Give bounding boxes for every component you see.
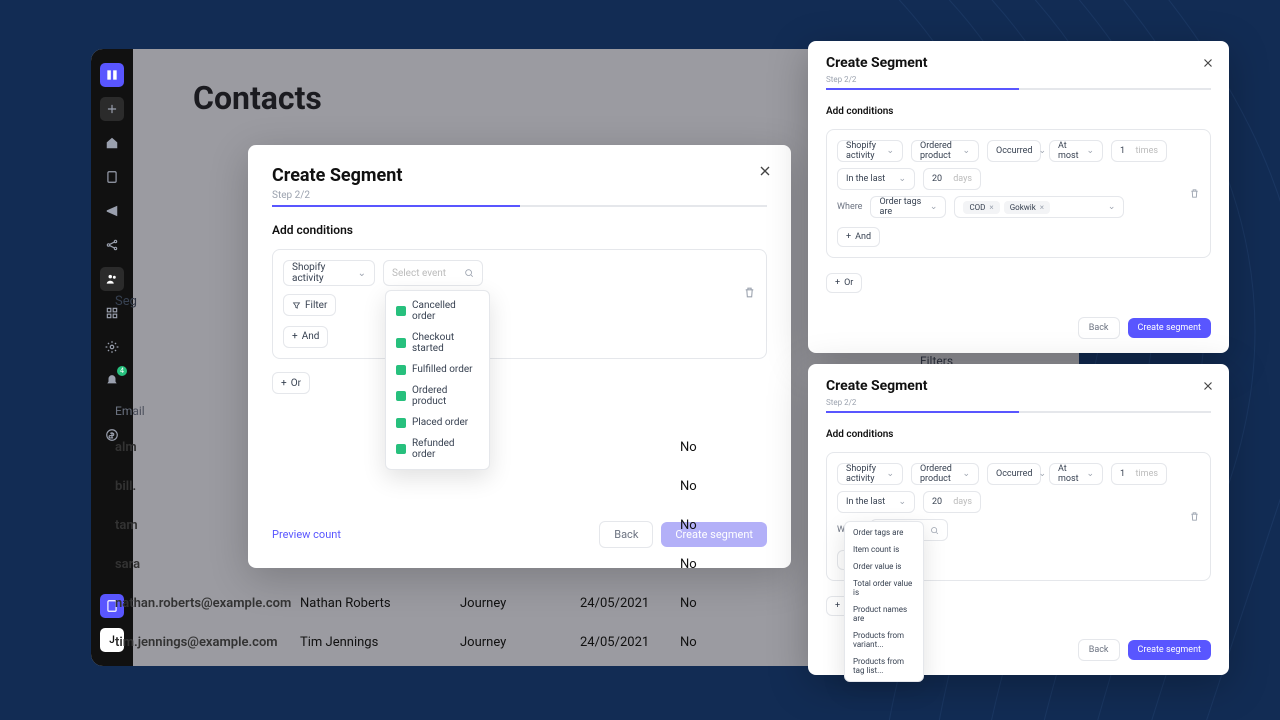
panel-b-title: Create Segment <box>826 378 1211 394</box>
event-option[interactable]: Ordered product <box>386 380 489 412</box>
panel-a-title: Create Segment <box>826 55 1211 71</box>
sidebar: 4 J <box>91 49 133 666</box>
trash-icon[interactable] <box>743 284 756 303</box>
where-option[interactable]: Products from tag list... <box>845 653 923 679</box>
event-select[interactable]: Ordered product⌄ <box>911 140 979 162</box>
event-option[interactable]: Refunded order <box>386 433 489 465</box>
create-segment-modal: Create Segment Step 2/2 Add conditions S… <box>248 145 791 568</box>
occurred-select[interactable]: Occurred⌄ <box>987 463 1041 485</box>
event-option[interactable]: Placed order <box>386 412 489 433</box>
campaign-icon[interactable] <box>100 199 124 223</box>
progress-bar <box>272 205 767 207</box>
atmost-select[interactable]: At most⌄ <box>1049 463 1103 485</box>
filter-button[interactable]: Filter <box>283 294 336 316</box>
bell-icon[interactable]: 4 <box>100 369 124 393</box>
condition-block: Shopify activity⌄ Select event Filter +A… <box>272 249 767 359</box>
or-button[interactable]: +Or <box>272 372 310 394</box>
source-select[interactable]: Shopify activity⌄ <box>837 140 903 162</box>
condition-block: Shopify activity⌄ Ordered product⌄ Occur… <box>826 129 1211 258</box>
event-option[interactable]: Fulfilled order <box>386 359 489 380</box>
create-segment-submit[interactable]: Create segment <box>1128 318 1212 338</box>
segment-panel-tags: Create Segment Step 2/2 Add conditions S… <box>808 41 1229 353</box>
step-indicator: Step 2/2 <box>826 398 1211 407</box>
logo-icon[interactable] <box>100 63 124 87</box>
where-option[interactable]: Total order value is <box>845 575 923 601</box>
event-option[interactable]: Cancelled order <box>386 295 489 327</box>
table-row[interactable]: almNo <box>115 440 875 455</box>
back-button[interactable]: Back <box>1078 317 1120 339</box>
days-input[interactable]: 20days <box>923 168 981 190</box>
close-icon[interactable] <box>1201 378 1215 397</box>
inlast-select[interactable]: In the last⌄ <box>837 491 915 513</box>
tag-gokwik: Gokwik× <box>1004 201 1050 214</box>
where-dropdown: Order tags areItem count isOrder value i… <box>844 521 924 682</box>
event-select[interactable]: Select event <box>383 260 483 286</box>
add-conditions-label: Add conditions <box>826 106 1211 117</box>
where-option[interactable]: Order value is <box>845 558 923 575</box>
or-button[interactable]: +Or <box>826 273 862 293</box>
close-icon[interactable] <box>757 163 773 183</box>
contacts-icon[interactable] <box>100 267 124 291</box>
and-button[interactable]: +And <box>837 227 880 247</box>
document-icon[interactable] <box>100 165 124 189</box>
add-conditions-label: Add conditions <box>272 223 767 237</box>
times-input[interactable]: 1times <box>1111 140 1167 162</box>
event-dropdown: Cancelled orderCheckout startedFulfilled… <box>385 290 490 470</box>
progress-bar <box>826 88 1211 90</box>
source-select[interactable]: Shopify activity⌄ <box>283 260 375 286</box>
gear-icon[interactable] <box>100 335 124 359</box>
table-row[interactable]: nathan.roberts@example.comNathan Roberts… <box>115 596 875 611</box>
occurred-select[interactable]: Occurred⌄ <box>987 140 1041 162</box>
atmost-select[interactable]: At most⌄ <box>1049 140 1103 162</box>
table-row[interactable]: tim.jennings@example.comTim JenningsJour… <box>115 635 875 650</box>
share-icon[interactable] <box>100 233 124 257</box>
where-option[interactable]: Order tags are <box>845 524 923 541</box>
back-button[interactable]: Back <box>1078 639 1120 661</box>
remove-tag-icon[interactable]: × <box>989 203 993 212</box>
trash-icon[interactable] <box>1189 184 1200 203</box>
where-select[interactable]: Order tags are⌄ <box>870 196 946 218</box>
step-indicator: Step 2/2 <box>272 190 767 201</box>
table-row[interactable]: bill.No <box>115 479 875 494</box>
add-icon[interactable] <box>100 97 124 121</box>
table-row[interactable]: tamNo <box>115 518 875 533</box>
days-input[interactable]: 20days <box>923 491 981 513</box>
remove-tag-icon[interactable]: × <box>1040 203 1044 212</box>
modal-title: Create Segment <box>272 165 767 186</box>
close-icon[interactable] <box>1201 55 1215 74</box>
where-option[interactable]: Products from variant... <box>845 627 923 653</box>
table-row[interactable]: saraNo <box>115 557 875 572</box>
event-select[interactable]: Ordered product⌄ <box>911 463 979 485</box>
event-option[interactable]: Checkout started <box>386 327 489 359</box>
inlast-select[interactable]: In the last⌄ <box>837 168 915 190</box>
where-option[interactable]: Item count is <box>845 541 923 558</box>
where-option[interactable]: Product names are <box>845 601 923 627</box>
add-conditions-label: Add conditions <box>826 429 1211 440</box>
tags-input[interactable]: COD× Gokwik× ⌄ <box>954 196 1124 218</box>
progress-bar <box>826 411 1211 413</box>
tag-cod: COD× <box>963 201 999 214</box>
where-label: Where <box>837 202 862 212</box>
trash-icon[interactable] <box>1189 507 1200 526</box>
step-indicator: Step 2/2 <box>826 75 1211 84</box>
and-button[interactable]: +And <box>283 326 328 348</box>
times-input[interactable]: 1times <box>1111 463 1167 485</box>
create-segment-submit[interactable]: Create segment <box>1128 640 1212 660</box>
home-icon[interactable] <box>100 131 124 155</box>
